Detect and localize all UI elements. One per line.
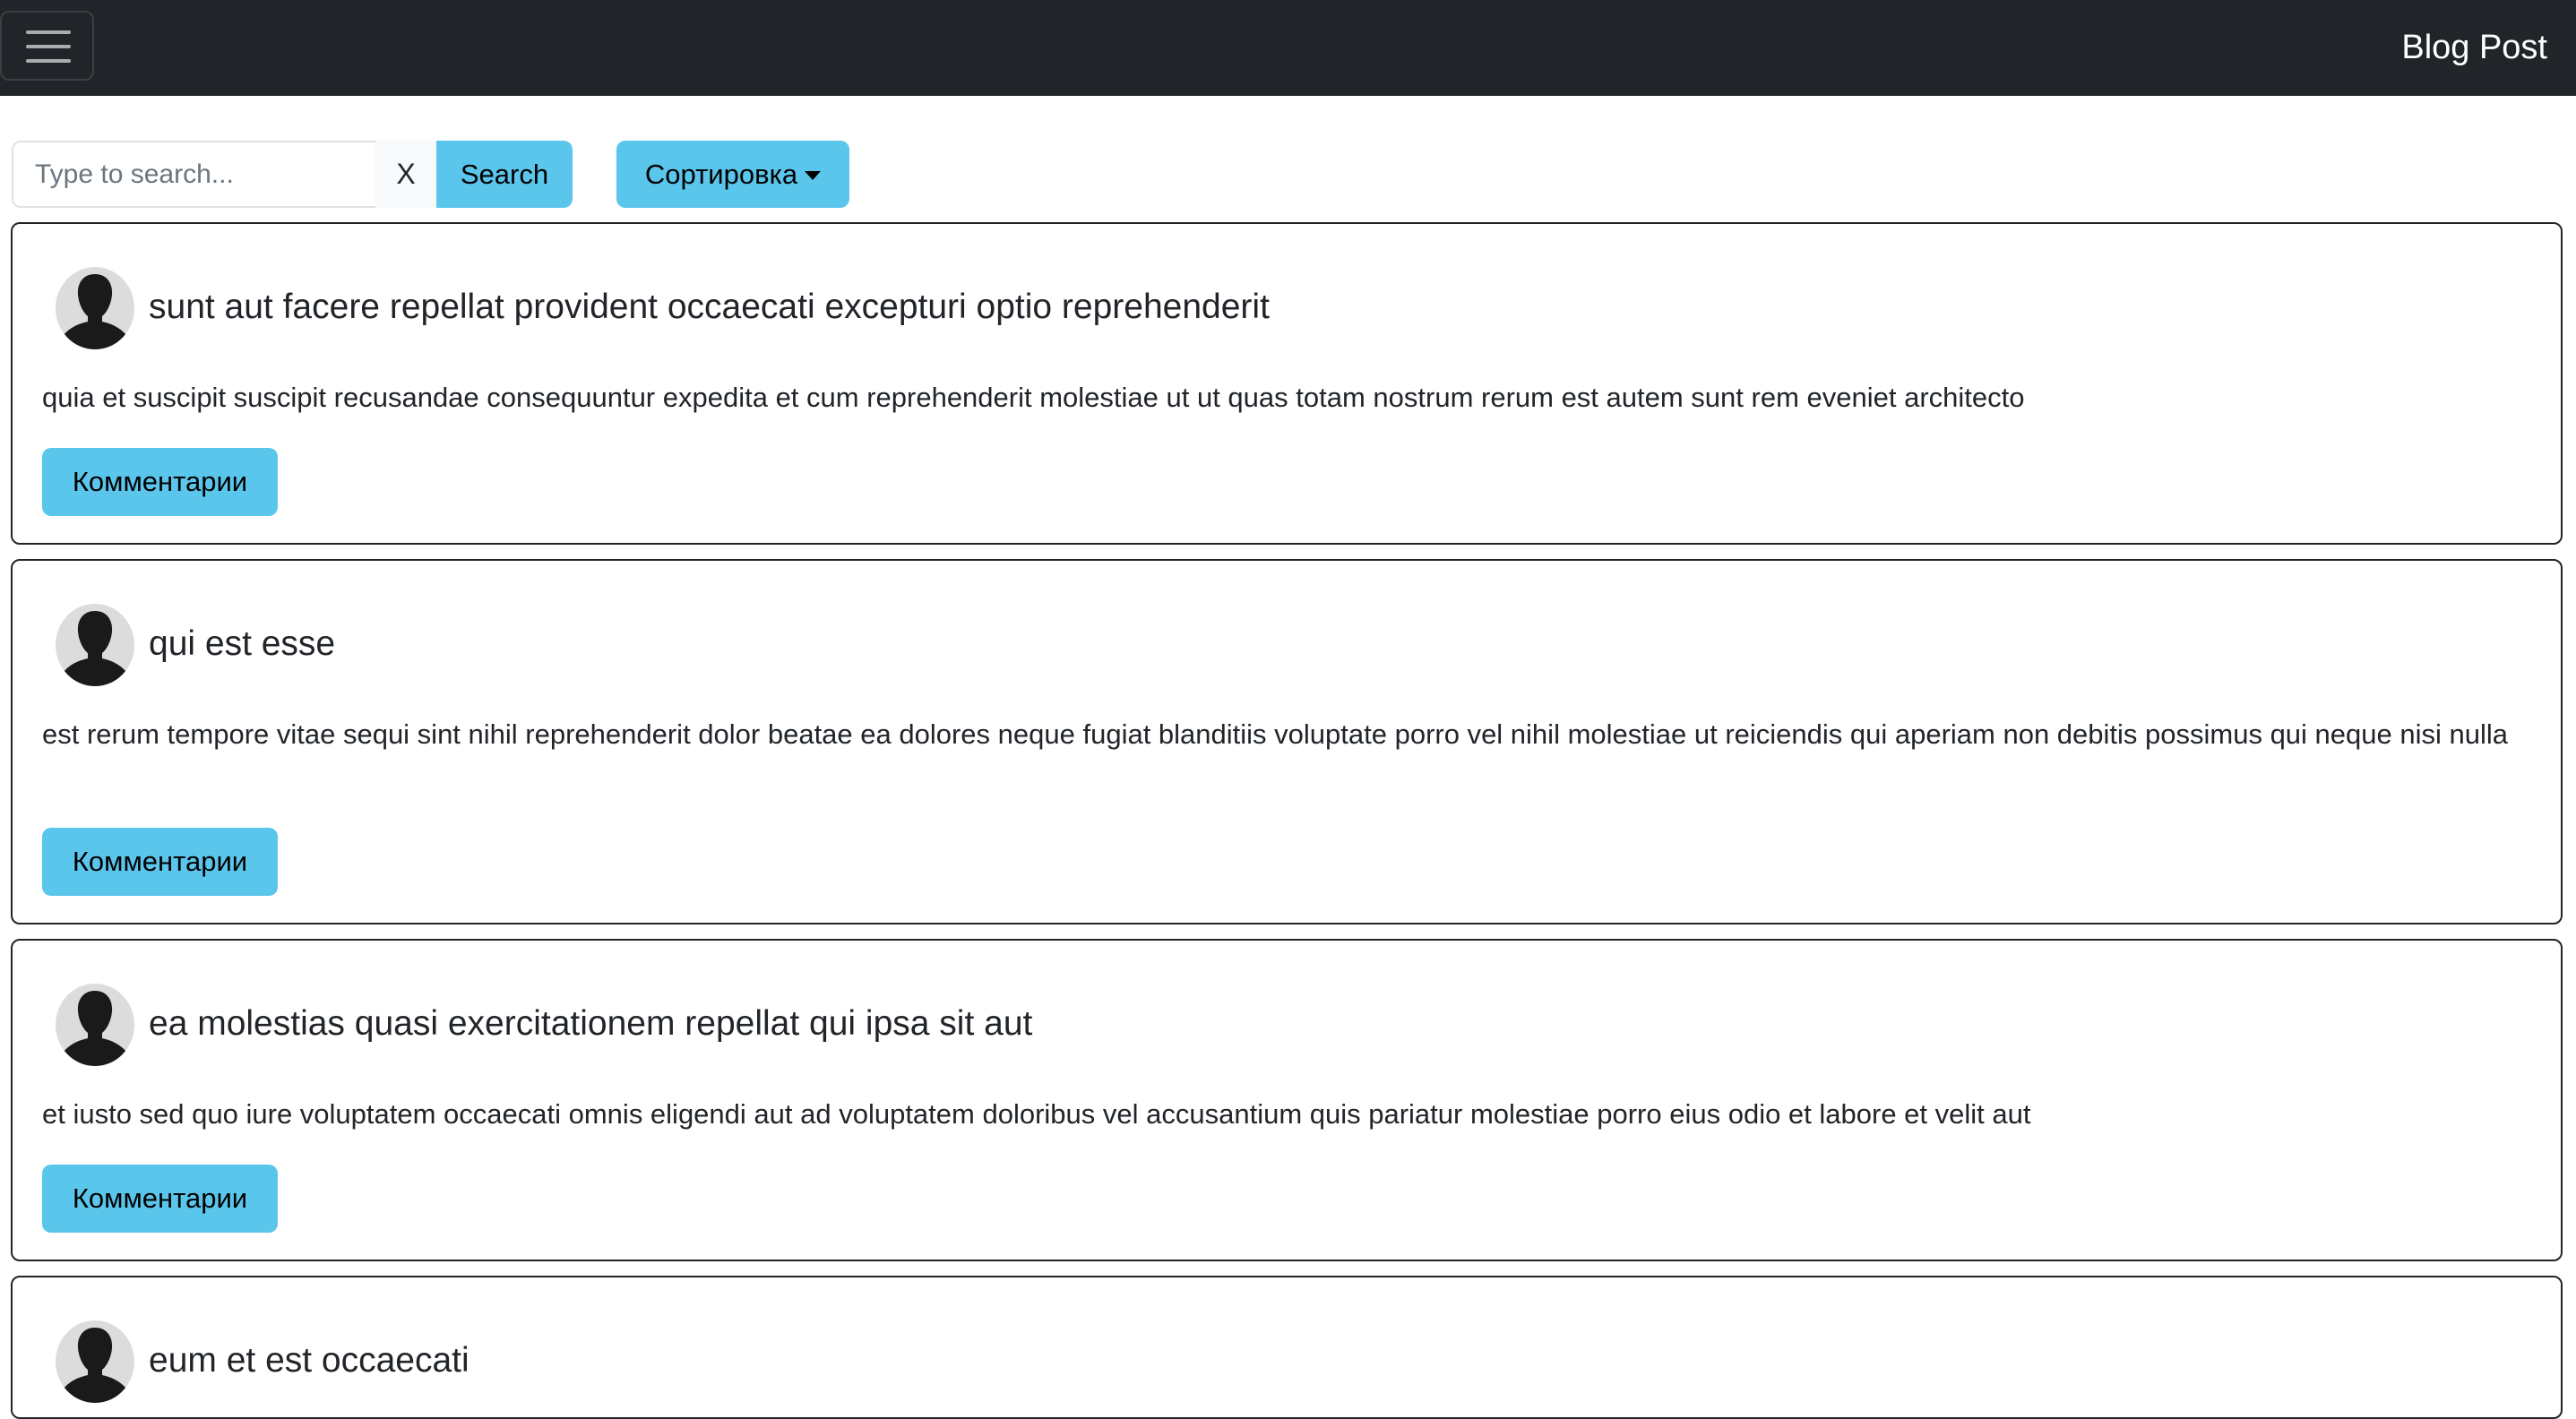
post-card: qui est esse est rerum tempore vitae seq… <box>11 559 2563 924</box>
search-input[interactable] <box>12 141 375 208</box>
post-body: est rerum tempore vitae sequi sint nihil… <box>42 718 2508 750</box>
post-title: sunt aut facere repellat provident occae… <box>149 288 1270 326</box>
clear-search-button[interactable]: X <box>375 141 436 208</box>
user-silhouette-icon <box>59 274 131 349</box>
post-title: ea molestias quasi exercitationem repell… <box>149 1004 1033 1043</box>
comments-button[interactable]: Комментарии <box>42 448 278 516</box>
user-silhouette-icon <box>59 611 131 686</box>
post-title: eum et est occaecati <box>149 1341 470 1380</box>
post-title: qui est esse <box>149 624 336 663</box>
post-card: eum et est occaecati <box>11 1276 2563 1419</box>
search-button[interactable]: Search <box>436 141 573 208</box>
sort-label: Сортировка <box>644 158 798 190</box>
hamburger-menu-icon[interactable] <box>0 11 94 81</box>
avatar <box>56 984 134 1066</box>
post-body: quia et suscipit suscipit recusandae con… <box>42 382 2025 413</box>
caret-down-icon <box>805 170 822 180</box>
user-silhouette-icon <box>59 991 131 1066</box>
avatar <box>56 604 134 686</box>
post-card: ea molestias quasi exercitationem repell… <box>11 939 2563 1261</box>
user-silhouette-icon <box>59 1328 131 1403</box>
comments-button[interactable]: Комментарии <box>42 828 278 896</box>
avatar <box>56 267 134 349</box>
top-navbar: Blog Post <box>0 0 2576 96</box>
post-card: sunt aut facere repellat provident occae… <box>11 222 2563 545</box>
post-body: et iusto sed quo iure voluptatem occaeca… <box>42 1098 2031 1130</box>
sort-dropdown-button[interactable]: Сортировка <box>616 141 849 208</box>
brand-link[interactable]: Blog Post <box>2401 25 2547 70</box>
comments-button[interactable]: Комментарии <box>42 1165 278 1233</box>
avatar <box>56 1320 134 1403</box>
